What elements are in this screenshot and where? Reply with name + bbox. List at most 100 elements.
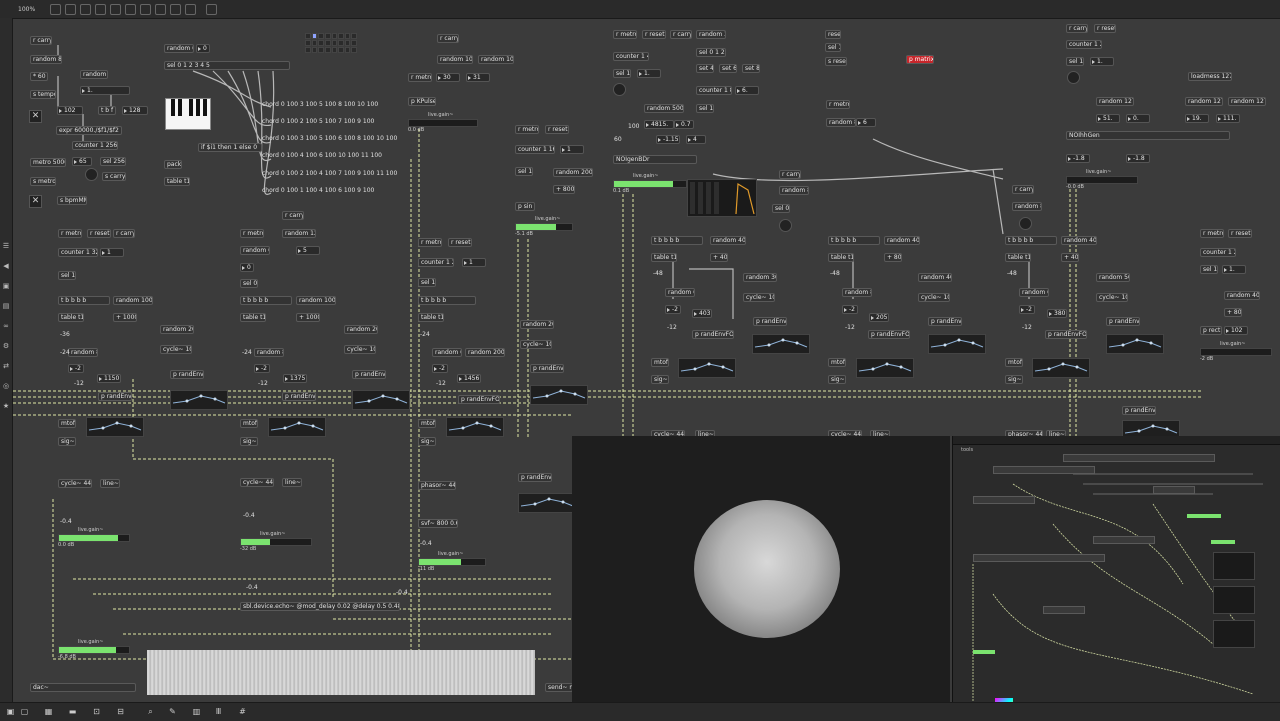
object-box[interactable]: sel 1 [825,43,841,52]
edit-icon[interactable]: ▢ [20,707,29,716]
object-box[interactable]: random 20 [344,325,378,334]
object-box[interactable]: r metro [613,30,637,39]
matrix-cell[interactable] [331,47,338,53]
object-box[interactable]: counter 1 2 [1066,40,1102,49]
object-box[interactable]: line~ [282,478,302,487]
number-box[interactable]: -2 [842,305,858,314]
new-button-button[interactable] [95,3,106,15]
object-box[interactable]: random 6 [1019,288,1049,297]
bang-button-3[interactable] [1067,71,1080,84]
object-box[interactable]: sig~ [58,437,76,446]
number-box[interactable]: 1 [462,258,486,267]
envelope-display[interactable] [1032,358,1090,378]
envelope-display[interactable] [928,334,986,354]
object-box[interactable]: random 6 [665,288,695,297]
object-box[interactable]: sig~ [651,375,669,384]
matrix-cell[interactable] [338,40,344,46]
matrix-cell[interactable] [324,40,331,46]
secondary-object[interactable] [1153,486,1195,494]
object-box[interactable]: random 1000 [113,296,153,305]
live-gain-slider[interactable] [58,534,130,542]
grid2-icon[interactable]: # [238,707,247,716]
envelope-display[interactable] [678,358,736,378]
new-slider-button[interactable] [140,3,151,15]
object-box[interactable]: t b b b b [418,296,476,305]
object-box[interactable]: cycle~ 10 [743,293,775,302]
object-box[interactable]: s metro [30,177,56,186]
number-box[interactable]: 1375 [283,374,307,383]
matrix-cell[interactable] [318,47,324,53]
live-gain-slider[interactable] [240,538,312,546]
object-box[interactable]: sig~ [418,437,436,446]
matrix-cell[interactable] [318,33,324,39]
object-box[interactable]: r carry [1066,24,1088,33]
grid-icon[interactable]: ▦ [44,707,53,716]
object-box[interactable]: random 2000 [553,168,593,177]
object-box[interactable]: r reset [1228,229,1252,238]
object-box[interactable]: random 2000 [465,348,505,357]
object-box[interactable]: line~ [100,479,120,488]
object-box[interactable]: counter 1 256 [72,141,118,150]
matrix-cell[interactable] [305,47,311,53]
object-box[interactable]: random 400 [710,236,746,245]
number-box[interactable]: 6. [735,86,759,95]
object-box[interactable]: table t1 [240,313,266,322]
object-box[interactable]: mtof [240,419,258,428]
number-box[interactable]: 5 [296,246,320,255]
live-gain-slider[interactable] [408,119,478,127]
object-box[interactable]: sel 1 [515,167,533,176]
object-box[interactable]: random 12 [282,229,316,238]
object-box[interactable]: p randEnv [1122,406,1156,415]
object-box[interactable]: p randEnv [170,370,204,379]
object-box[interactable]: r metro [418,238,442,247]
inspector-icon[interactable]: ⊡ [92,707,101,716]
number-box[interactable]: -2 [254,364,270,373]
zoom-level[interactable]: 100% [18,6,46,13]
number-box[interactable]: 205 [869,313,889,322]
matrix-cell[interactable] [338,47,344,53]
object-box[interactable]: counter 1 16 [515,145,555,154]
object-box[interactable]: counter 1 32 [58,248,98,257]
object-box[interactable]: p randEnvFO [458,395,500,404]
object-box[interactable]: random 40 [918,273,952,282]
secondary-object[interactable] [973,496,1035,504]
object-box[interactable]: metro 5000 [30,158,66,167]
envelope-display[interactable] [352,390,410,410]
object-box[interactable]: r reset [545,125,569,134]
piano-icon[interactable]: ▥ [192,707,201,716]
number-box[interactable]: 4 [686,135,706,144]
object-box[interactable]: random 1000 [296,296,336,305]
object-box[interactable]: sel 1 [613,69,631,78]
new-object-button[interactable] [50,3,61,15]
arrows-icon[interactable]: ⇄ [2,362,10,370]
object-box[interactable]: reset [825,30,841,39]
object-box[interactable]: table t1 [828,253,854,262]
matrix-cell[interactable] [305,33,311,39]
number-box[interactable]: 4815. [644,120,674,129]
object-box[interactable]: + 1000 [296,313,320,322]
object-box[interactable]: set 6 [719,64,737,73]
number-box[interactable]: 1456 [457,374,481,383]
object-box[interactable]: p randEnv [352,370,386,379]
object-box[interactable]: p rect [1200,326,1222,335]
object-box[interactable]: random 127 [1228,97,1266,106]
object-box[interactable]: random 127 [1185,97,1223,106]
object-box[interactable]: pack [164,160,182,169]
object-box[interactable]: random 6 [432,348,462,357]
object-box[interactable]: sel 0 1 2 3 4 5 [164,61,290,70]
number-box[interactable]: 0 [240,263,254,272]
matrix-grid[interactable] [305,33,357,53]
object-box[interactable]: random 8 [1012,202,1042,211]
object-box[interactable]: sel 1 [58,271,76,280]
object-box[interactable]: p randEnv [98,392,132,401]
matrix-cell[interactable] [324,33,331,39]
image-icon[interactable]: ▤ [2,302,10,310]
object-box[interactable]: random 3 [80,70,108,79]
envelope-display[interactable] [518,493,576,513]
object-box[interactable]: sel 0 [772,204,790,213]
object-box[interactable]: t b f [98,106,116,115]
object-box[interactable]: table t1 [164,177,190,186]
object-box[interactable]: r metro [1200,229,1224,238]
number-box[interactable]: -1.15 [656,135,680,144]
object-box[interactable]: r metro [240,229,264,238]
